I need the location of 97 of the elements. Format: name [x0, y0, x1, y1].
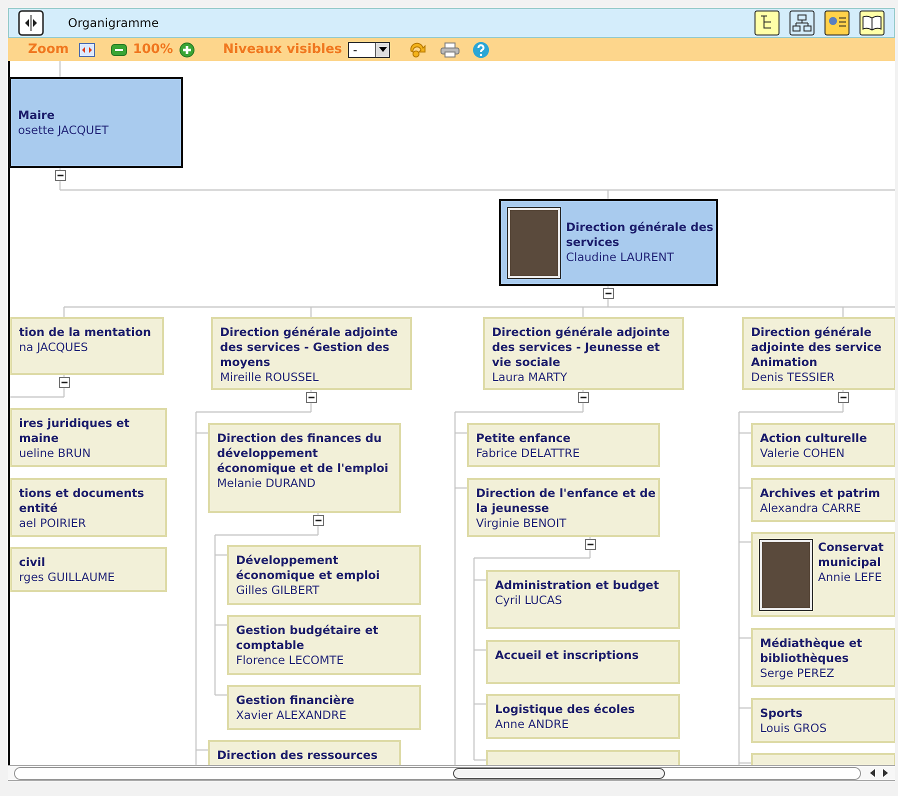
node-title: Gestion budgétaire et comptable	[236, 623, 380, 653]
person-name: Fabrice DELATTRE	[476, 446, 580, 461]
org-node-card[interactable]: tion de la mentation na JACQUES	[10, 317, 164, 375]
node-title: tion de la mentation	[19, 325, 152, 340]
org-node-card[interactable]: Direction générale adjointe des services - Jeunesse et vie sociale Laura MARTY	[483, 317, 684, 390]
node-title: Archives et patrim	[760, 486, 880, 501]
org-node-card[interactable]: Accueil et inscriptions	[486, 640, 680, 684]
refresh-icon[interactable]	[408, 42, 428, 58]
person-name: Laura MARTY	[492, 370, 568, 385]
person-name: Serge PEREZ	[760, 666, 836, 681]
person-name: Virginie BENOIT	[476, 516, 568, 531]
node-title: Direction de l'enfance et de la jeunesse	[476, 486, 656, 516]
org-node-card[interactable]: ires juridiques et maine ueline BRUN	[10, 408, 167, 467]
print-icon[interactable]	[440, 42, 460, 58]
node-title: Direction générale adjointe des service Animation	[751, 325, 883, 370]
node-title: Direction générale des services	[566, 220, 714, 250]
collapse-icon[interactable]	[306, 392, 317, 403]
org-node-card[interactable]: Médiathèque et bibliothèques Serge PEREZ	[751, 628, 895, 687]
person-name: Annie LEFE	[818, 570, 883, 585]
tree-layout-icon[interactable]	[754, 10, 780, 36]
zoom-in-icon[interactable]	[179, 42, 196, 58]
node-title: Maire	[18, 108, 56, 122]
node-title: Administration et budget	[495, 578, 659, 593]
node-title: Direction des ressources	[217, 748, 378, 763]
node-title: Développement économique et emploi	[236, 553, 381, 583]
person-name: ael POIRIER	[19, 516, 87, 531]
collapse-icon[interactable]	[59, 377, 70, 388]
caret-icon	[375, 42, 390, 56]
org-chart-icon[interactable]	[789, 10, 815, 36]
org-node-card[interactable]: Gestion financière Xavier ALEXANDRE	[227, 685, 421, 730]
collapse-icon[interactable]	[55, 170, 66, 181]
org-node-card[interactable]: tions et documents entité ael POIRIER	[10, 478, 167, 537]
person-name: Anne ANDRE	[495, 717, 570, 732]
node-title: Conservat municipal	[818, 540, 885, 570]
zoom-label: Zoom	[28, 40, 69, 59]
org-node-card[interactable]: Direction de l'enfance et de la jeunesse Virginie BENOIT	[467, 478, 660, 537]
horizontal-scrollbar[interactable]	[8, 765, 895, 781]
zoom-value: 100%	[132, 40, 174, 59]
person-name: na JACQUES	[19, 340, 89, 355]
collapse-icon[interactable]	[838, 392, 849, 403]
node-title: Logistique des écoles	[495, 702, 635, 717]
node-title: Médiathèque et bibliothèques	[760, 636, 864, 666]
person-name: Xavier ALEXANDRE	[236, 708, 348, 723]
node-title: civil	[19, 555, 46, 570]
org-node-card[interactable]: Administration et budget Cyril LUCAS	[486, 570, 680, 629]
org-node-card[interactable]: Maire osette JACQUET	[10, 77, 183, 168]
node-title: Petite enfance	[476, 431, 572, 446]
org-node-card[interactable]: Direction des finances du développement économique et de l'emploi Melanie DURAND	[208, 423, 401, 513]
node-title: Direction des finances du développement économique et de l'emploi	[217, 431, 390, 476]
levels-select[interactable]: -	[348, 42, 390, 58]
person-name: Florence LECOMTE	[236, 653, 345, 668]
collapse-icon[interactable]	[603, 288, 614, 299]
collapse-icon[interactable]	[578, 392, 589, 403]
person-name: Valerie COHEN	[760, 446, 846, 461]
person-name: rges GUILLAUME	[19, 570, 115, 585]
zoom-out-icon[interactable]	[110, 42, 127, 56]
node-title: Direction générale adjointe des services - Gestion des moyens	[220, 325, 399, 370]
node-title: Gestion financière	[236, 693, 354, 708]
org-node-card[interactable]: civil rges GUILLAUME	[10, 547, 167, 592]
book-icon[interactable]	[859, 10, 885, 36]
id-card-icon[interactable]	[824, 10, 850, 36]
collapse-icon[interactable]	[585, 539, 596, 550]
org-node-card[interactable]: Direction des ressources	[208, 740, 401, 765]
person-name: Alexandra CARRE	[760, 501, 862, 516]
org-node-card[interactable]: Direction générale adjointe des services - Gestion des moyens Mireille ROUSSEL	[211, 317, 412, 390]
org-node-card[interactable]: Action culturelle Valerie COHEN	[751, 423, 895, 467]
node-title: tions et documents entité	[19, 486, 146, 516]
person-name: Claudine LAURENT	[566, 250, 675, 265]
levels-label: Niveaux visibles	[223, 40, 342, 59]
node-title: Direction générale adjointe des services - Jeunesse et vie sociale	[492, 325, 671, 370]
person-name: osette JACQUET	[18, 122, 108, 138]
org-node-card[interactable]: Développement économique et emploi Gilles GILBERT	[227, 545, 421, 605]
org-node-card[interactable]: Conservat municipal Annie LEFE	[751, 532, 895, 617]
org-node-card[interactable]: Archives et patrim Alexandra CARRE	[751, 478, 895, 522]
person-name: Melanie DURAND	[217, 476, 317, 491]
org-node-card[interactable]: Direction générale des services Claudine LAURENT	[499, 199, 718, 286]
split-arrows-icon[interactable]	[18, 10, 44, 36]
person-name: ueline BRUN	[19, 446, 92, 461]
org-node-card[interactable]: Sports Louis GROS	[751, 698, 895, 743]
scrollbar-thumb[interactable]	[453, 768, 665, 778]
node-title: Sports	[760, 706, 804, 721]
node-title: Action culturelle	[760, 431, 868, 446]
org-node-card[interactable]: Petite enfance Fabrice DELATTRE	[467, 423, 660, 467]
person-name: Louis GROS	[760, 721, 827, 736]
fit-width-icon[interactable]	[78, 42, 95, 56]
org-node-card[interactable]: Gestion budgétaire et comptable Florence LECOMTE	[227, 615, 421, 675]
header-title: Organigramme	[68, 15, 159, 32]
person-name: Gilles GILBERT	[236, 583, 320, 598]
person-name: Mireille ROUSSEL	[220, 370, 320, 385]
node-title: Accueil et inscriptions	[495, 648, 639, 663]
person-name: Cyril LUCAS	[495, 593, 564, 608]
org-node-card[interactable]: Direction générale adjointe des service Animation Denis TESSIER	[742, 317, 895, 390]
person-name: Denis TESSIER	[751, 370, 836, 385]
org-node-card[interactable]: Logistique des écoles Anne ANDRE	[486, 694, 680, 739]
collapse-icon[interactable]	[313, 515, 324, 526]
node-title: ires juridiques et maine	[19, 416, 131, 446]
help-icon[interactable]	[472, 40, 490, 58]
